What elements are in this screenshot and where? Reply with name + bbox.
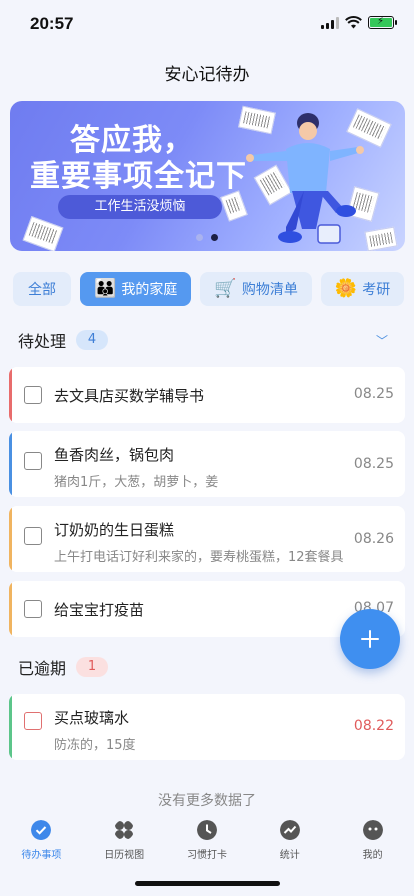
todo-checkbox[interactable]	[24, 527, 42, 545]
todo-title: 给宝宝打疫苗	[54, 601, 145, 619]
status-time: 20:57	[30, 14, 74, 33]
todo-note: 防冻的，15度	[54, 738, 136, 753]
overdue-section-header[interactable]: 已逾期 1	[18, 655, 109, 679]
todo-title: 订奶奶的生日蛋糕	[54, 521, 175, 539]
family-icon: 👪	[94, 278, 117, 299]
category-tabs: 全部 👪 我的家庭 🛒 购物清单 🌼 考研	[13, 272, 405, 306]
status-icons: ⚡	[321, 16, 397, 29]
todo-checkbox[interactable]	[24, 712, 42, 730]
check-circle-icon	[31, 820, 52, 840]
page-dot[interactable]	[196, 234, 203, 241]
paper-illustration	[364, 226, 398, 251]
paper-illustration	[22, 215, 64, 251]
count-badge: 4	[76, 330, 109, 350]
todo-card[interactable]: 订奶奶的生日蛋糕 上午打电话订好利来家的，要寿桃蛋糕，12套餐具 08.26	[9, 506, 405, 572]
promo-banner[interactable]: 答应我， 重要事项全记下 工作生活没烦恼	[10, 101, 405, 251]
todo-checkbox[interactable]	[24, 600, 42, 618]
chevron-down-icon[interactable]: ﹀	[376, 332, 388, 349]
tab-shopping-list[interactable]: 🛒 购物清单	[200, 272, 312, 306]
nav-label: 待办事项	[21, 850, 62, 861]
todo-title: 鱼香肉丝，锅包肉	[54, 446, 175, 464]
nav-item-profile[interactable]: 我的	[331, 812, 414, 896]
todo-note: 猪肉1斤，大葱，胡萝卜，姜	[54, 475, 219, 490]
tab-my-family[interactable]: 👪 我的家庭	[80, 272, 192, 306]
todo-date: 08.25	[353, 386, 394, 402]
banner-headline-2: 重要事项全记下	[30, 159, 247, 194]
tab-label: 我的家庭	[121, 282, 178, 298]
nav-label: 我的	[362, 850, 383, 861]
tab-label: 购物清单	[241, 282, 298, 298]
todo-card[interactable]: 去文具店买数学辅导书 08.25	[9, 367, 405, 423]
nav-label: 统计	[279, 850, 300, 861]
grid-icon	[115, 821, 134, 839]
add-todo-button[interactable]	[340, 609, 400, 669]
tab-all[interactable]: 全部	[13, 272, 71, 306]
nav-item-todos[interactable]: 待办事项	[0, 812, 83, 896]
todo-title: 买点玻璃水	[54, 709, 130, 727]
banner-page-dots	[196, 234, 218, 241]
todo-checkbox[interactable]	[24, 452, 42, 470]
banner-tagline: 工作生活没烦恼	[58, 195, 222, 219]
todo-date: 08.25	[353, 456, 394, 472]
todo-date: 08.22	[353, 718, 394, 734]
section-title: 待处理	[18, 332, 67, 351]
priority-stripe	[9, 367, 12, 423]
battery-icon: ⚡	[368, 16, 397, 29]
page-title: 安心记待办	[164, 65, 250, 85]
wifi-icon	[345, 16, 362, 29]
pending-section-header[interactable]: 待处理 4	[18, 328, 109, 352]
paper-illustration	[220, 190, 248, 222]
todo-title: 去文具店买数学辅导书	[54, 387, 205, 405]
chart-icon	[279, 820, 300, 840]
count-badge: 1	[76, 657, 109, 677]
priority-stripe	[9, 581, 12, 637]
profile-icon	[362, 820, 383, 840]
tab-exam[interactable]: 🌼 考研	[320, 272, 405, 306]
nav-label: 日历视图	[104, 850, 145, 861]
todo-card[interactable]: 买点玻璃水 防冻的，15度 08.22	[9, 694, 405, 760]
character-illustration	[246, 113, 364, 244]
flower-icon: 🌼	[334, 278, 358, 299]
todo-card[interactable]: 鱼香肉丝，锅包肉 猪肉1斤，大葱，胡萝卜，姜 08.25	[9, 431, 405, 497]
todo-checkbox[interactable]	[24, 386, 42, 404]
list-end-text: 没有更多数据了	[158, 793, 256, 809]
section-title: 已逾期	[18, 659, 67, 678]
priority-stripe	[9, 506, 12, 572]
clock-icon	[196, 820, 217, 840]
nav-label: 习惯打卡	[186, 850, 227, 861]
priority-stripe	[9, 431, 12, 497]
page-dot-active[interactable]	[211, 234, 218, 241]
cell-signal-icon	[321, 16, 339, 29]
home-indicator	[135, 881, 280, 886]
todo-date: 08.26	[353, 531, 394, 547]
status-bar: 20:57 ⚡	[0, 0, 414, 48]
shopping-cart-icon: 🛒	[214, 278, 237, 299]
tab-label: 考研	[362, 282, 391, 298]
priority-stripe	[9, 694, 12, 760]
todo-note: 上午打电话订好利来家的，要寿桃蛋糕，12套餐具	[54, 550, 344, 565]
tab-label: 全部	[28, 282, 56, 298]
